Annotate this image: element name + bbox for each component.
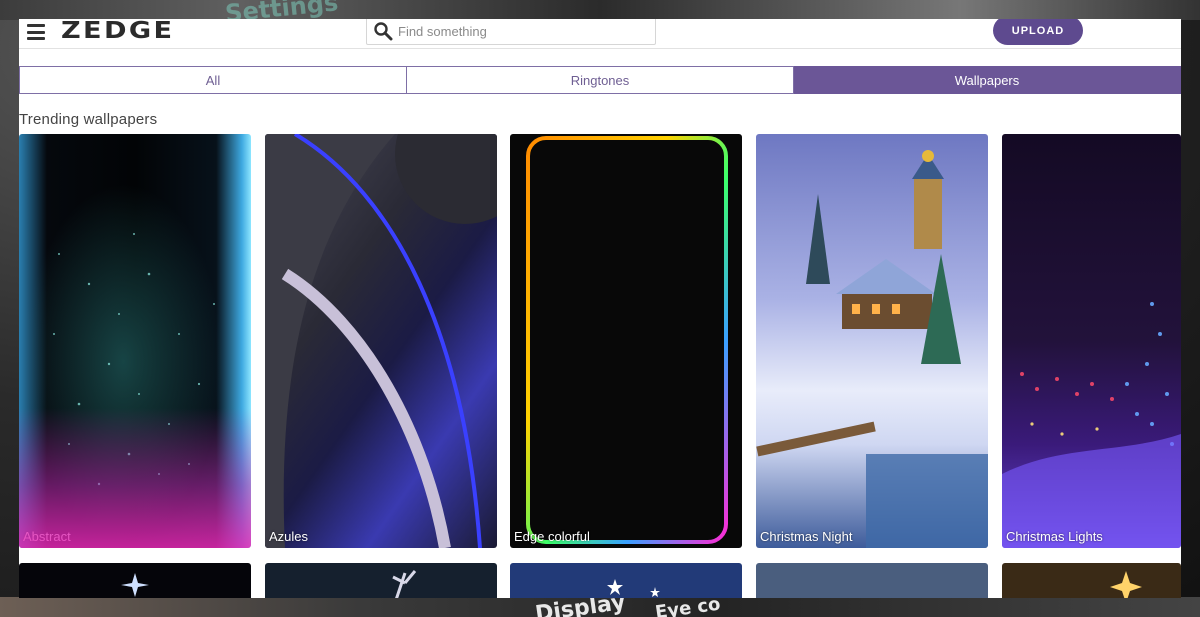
search-icon[interactable] bbox=[373, 21, 393, 41]
zedge-logo[interactable]: ZEDGE bbox=[61, 19, 174, 44]
wallpaper-title: Edge colorful bbox=[514, 529, 590, 544]
wallpaper-thumbnail bbox=[1002, 302, 1181, 548]
wallpaper-thumbnail bbox=[121, 573, 149, 597]
wallpaper-card-row2-4[interactable] bbox=[756, 563, 988, 598]
wallpaper-title: Christmas Lights bbox=[1006, 529, 1103, 544]
wallpaper-title: Abstract bbox=[23, 529, 71, 544]
background-top-strip: Settings bbox=[0, 0, 1200, 28]
wallpaper-thumbnail bbox=[526, 136, 728, 544]
wallpaper-title: Christmas Night bbox=[760, 529, 853, 544]
wallpaper-card-abstract[interactable]: Abstract bbox=[19, 134, 251, 548]
wallpaper-thumbnail bbox=[607, 579, 660, 597]
wallpaper-thumbnail bbox=[53, 233, 215, 486]
wallpaper-card-christmas-lights[interactable]: Christmas Lights bbox=[1002, 134, 1181, 548]
tab-ringtones[interactable]: Ringtones bbox=[407, 66, 794, 94]
wallpaper-card-edge-colorful[interactable]: Edge colorful bbox=[510, 134, 742, 548]
tab-all[interactable]: All bbox=[19, 66, 407, 94]
upload-button[interactable]: UPLOAD bbox=[993, 19, 1083, 45]
wallpaper-thumbnail bbox=[1110, 571, 1142, 598]
section-title: Trending wallpapers bbox=[19, 111, 158, 128]
wallpaper-card-row2-1[interactable] bbox=[19, 563, 251, 598]
hamburger-menu-icon[interactable] bbox=[27, 24, 45, 40]
wallpaper-card-christmas-night[interactable]: Christmas Night bbox=[756, 134, 988, 548]
browser-window: ZEDGE UPLOAD All Ringtones Wallpapers Tr… bbox=[19, 19, 1181, 598]
tab-wallpapers[interactable]: Wallpapers bbox=[794, 66, 1181, 94]
wallpaper-thumbnail bbox=[265, 134, 497, 548]
background-bottom-strip: Display Eye co bbox=[0, 590, 1200, 617]
content-type-tabs: All Ringtones Wallpapers bbox=[19, 66, 1181, 94]
search-box[interactable] bbox=[366, 19, 656, 45]
wallpaper-title: Azules bbox=[269, 529, 309, 544]
top-navigation-bar: ZEDGE UPLOAD bbox=[19, 19, 1181, 49]
wallpaper-card-row2-2[interactable] bbox=[265, 563, 497, 598]
wallpaper-card-row2-3[interactable] bbox=[510, 563, 742, 598]
wallpaper-thumbnail bbox=[392, 570, 417, 598]
wallpaper-thumbnail bbox=[756, 150, 988, 548]
wallpaper-card-row2-5[interactable] bbox=[1002, 563, 1181, 598]
wallpaper-card-azules[interactable]: Azules bbox=[265, 134, 497, 548]
search-input[interactable] bbox=[398, 23, 638, 39]
